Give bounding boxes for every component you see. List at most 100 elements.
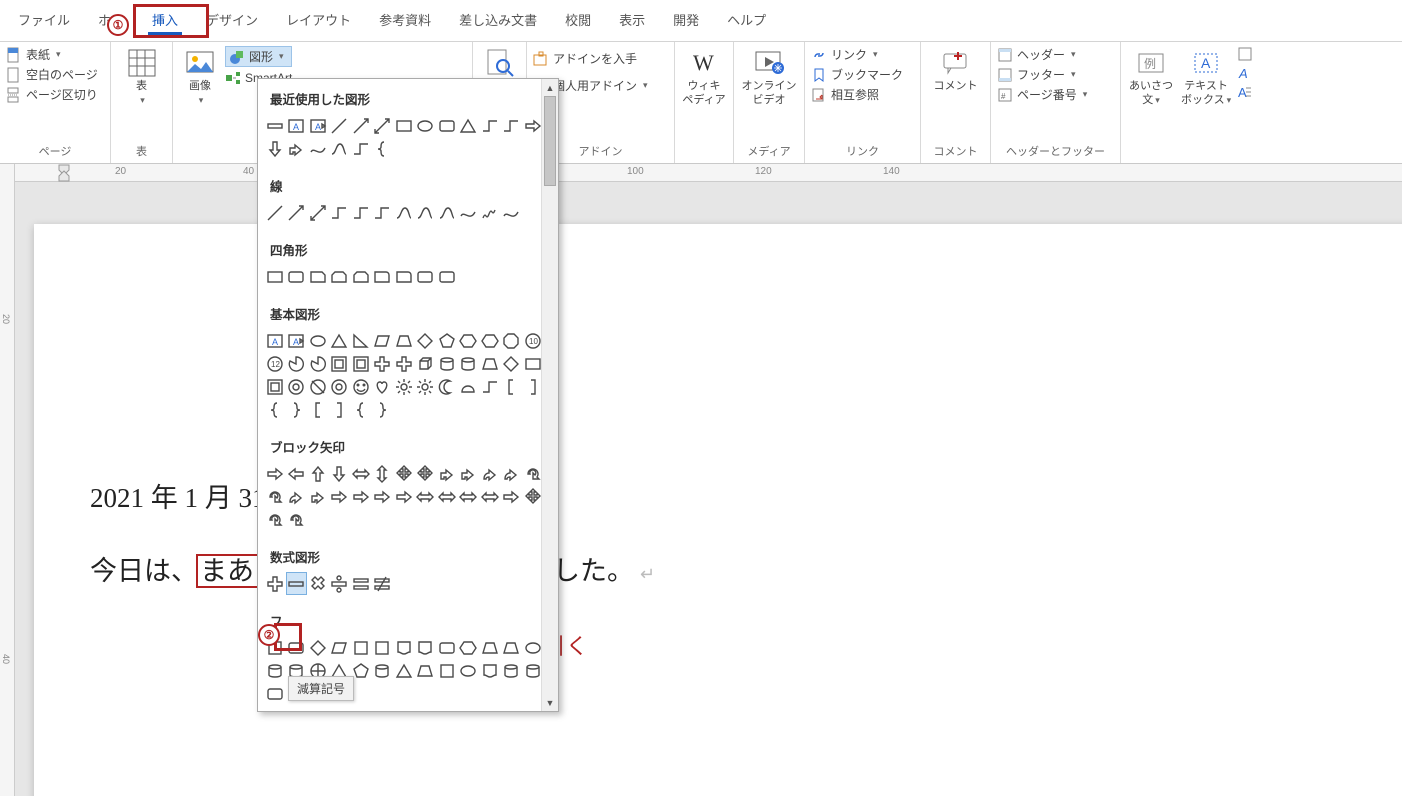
- bookmark-button[interactable]: ブックマーク: [811, 66, 903, 83]
- shape-item[interactable]: [307, 572, 329, 595]
- shape-item[interactable]: [415, 201, 437, 224]
- shape-item[interactable]: [350, 265, 372, 288]
- tab-file[interactable]: ファイル: [4, 4, 84, 37]
- shape-item[interactable]: [264, 375, 286, 398]
- footer-button[interactable]: フッター ▾: [997, 66, 1087, 83]
- shape-item[interactable]: [286, 636, 308, 659]
- shape-item[interactable]: [436, 636, 458, 659]
- shape-item[interactable]: [307, 201, 329, 224]
- shape-item[interactable]: [264, 572, 286, 595]
- shape-item[interactable]: [393, 462, 415, 485]
- shape-item[interactable]: [393, 485, 415, 508]
- shape-item[interactable]: [307, 375, 329, 398]
- shape-item[interactable]: [307, 329, 329, 352]
- dropcap-button[interactable]: A: [1237, 84, 1253, 100]
- shape-item[interactable]: [501, 114, 523, 137]
- comment-button[interactable]: コメント: [930, 46, 982, 96]
- shape-item[interactable]: [393, 201, 415, 224]
- shape-item[interactable]: [458, 329, 480, 352]
- shape-item[interactable]: [307, 636, 329, 659]
- shape-item[interactable]: [372, 636, 394, 659]
- shape-item[interactable]: [415, 265, 437, 288]
- shape-item[interactable]: [264, 201, 286, 224]
- shape-item[interactable]: A: [286, 114, 308, 137]
- shape-item[interactable]: [415, 659, 437, 682]
- shape-item[interactable]: [458, 659, 480, 682]
- shape-item[interactable]: [307, 462, 329, 485]
- shape-item[interactable]: [372, 375, 394, 398]
- shape-item[interactable]: [329, 398, 351, 421]
- shape-item[interactable]: [479, 485, 501, 508]
- link-button[interactable]: リンク ▾: [811, 46, 903, 63]
- shape-item[interactable]: [286, 508, 308, 531]
- online-video-button[interactable]: オンライン ビデオ: [738, 46, 800, 110]
- shape-item[interactable]: [458, 114, 480, 137]
- shape-item[interactable]: [501, 329, 523, 352]
- shape-item[interactable]: [393, 659, 415, 682]
- indent-marker-icon[interactable]: [58, 164, 70, 182]
- shape-item[interactable]: [436, 329, 458, 352]
- shape-item[interactable]: [264, 682, 286, 705]
- shape-item[interactable]: [458, 636, 480, 659]
- shape-item[interactable]: [329, 375, 351, 398]
- shape-item[interactable]: [264, 485, 286, 508]
- shape-item[interactable]: [286, 201, 308, 224]
- shape-item[interactable]: [372, 462, 394, 485]
- shape-item[interactable]: [350, 462, 372, 485]
- shape-item[interactable]: [436, 462, 458, 485]
- shape-item[interactable]: [501, 201, 523, 224]
- shape-item[interactable]: [372, 352, 394, 375]
- shape-item[interactable]: [329, 636, 351, 659]
- tab-view[interactable]: 表示: [605, 4, 659, 37]
- tab-developer[interactable]: 開発: [659, 4, 713, 37]
- shapes-scrollbar[interactable]: ▲ ▼: [541, 79, 558, 711]
- shape-item[interactable]: [436, 375, 458, 398]
- shape-item[interactable]: [479, 462, 501, 485]
- shape-item[interactable]: [436, 659, 458, 682]
- tab-references[interactable]: 参考資料: [365, 4, 445, 37]
- shape-item[interactable]: [372, 114, 394, 137]
- shape-item[interactable]: [264, 508, 286, 531]
- shape-item[interactable]: [264, 659, 286, 682]
- shape-item[interactable]: [501, 462, 523, 485]
- shape-item[interactable]: [372, 398, 394, 421]
- scroll-thumb[interactable]: [544, 96, 556, 186]
- shape-item[interactable]: [479, 636, 501, 659]
- shape-item[interactable]: [350, 375, 372, 398]
- shape-item[interactable]: [458, 462, 480, 485]
- shape-item[interactable]: [329, 572, 351, 595]
- shape-item[interactable]: [372, 265, 394, 288]
- shape-item[interactable]: [329, 114, 351, 137]
- shape-item[interactable]: [350, 572, 372, 595]
- shape-item[interactable]: [479, 201, 501, 224]
- tab-help[interactable]: ヘルプ: [713, 4, 780, 37]
- tab-design[interactable]: デザイン: [192, 4, 272, 37]
- shape-item[interactable]: [372, 572, 394, 595]
- shape-item[interactable]: [307, 352, 329, 375]
- shape-item[interactable]: [415, 329, 437, 352]
- shape-item[interactable]: [264, 636, 286, 659]
- shape-item[interactable]: [372, 659, 394, 682]
- shape-item[interactable]: [264, 265, 286, 288]
- shape-item[interactable]: [372, 329, 394, 352]
- shape-item[interactable]: [264, 114, 286, 137]
- shape-item[interactable]: [501, 352, 523, 375]
- shape-item[interactable]: [436, 265, 458, 288]
- shape-item[interactable]: [479, 114, 501, 137]
- scroll-down-button[interactable]: ▼: [542, 694, 558, 711]
- document-page[interactable]: 2021 年 1 月 31 日↵ 今日は、まあまあ寒いので雪が降りました。↵ 取…: [34, 224, 1402, 796]
- shapes-button[interactable]: 図形▾: [225, 46, 292, 67]
- doc-text[interactable]: 今日は、: [90, 556, 198, 586]
- shape-item[interactable]: [393, 636, 415, 659]
- shape-item[interactable]: [350, 352, 372, 375]
- shape-item[interactable]: [329, 265, 351, 288]
- shape-item[interactable]: [458, 485, 480, 508]
- tab-mailings[interactable]: 差し込み文書: [445, 4, 551, 37]
- shape-item[interactable]: [329, 352, 351, 375]
- shape-item[interactable]: [415, 352, 437, 375]
- shape-item[interactable]: [286, 462, 308, 485]
- shape-item[interactable]: [436, 485, 458, 508]
- shape-item[interactable]: [436, 114, 458, 137]
- pagenum-button[interactable]: #ページ番号 ▾: [997, 86, 1087, 103]
- tab-insert[interactable]: 挿入: [138, 4, 192, 37]
